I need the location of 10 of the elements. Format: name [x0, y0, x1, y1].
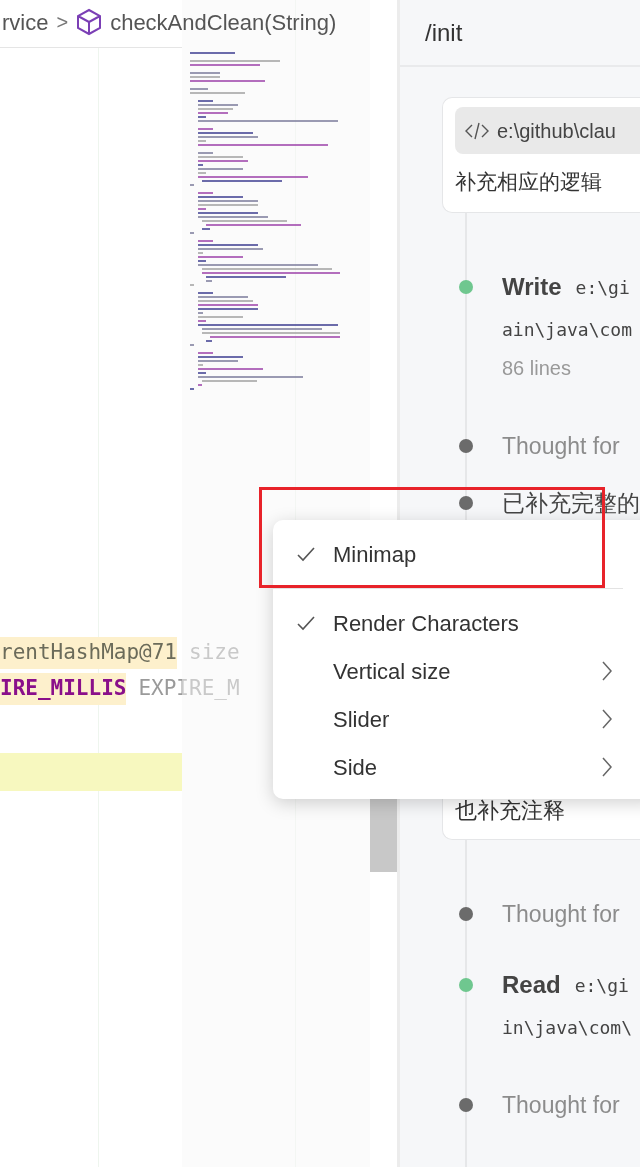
- panel-title: /init: [425, 17, 463, 48]
- breadcrumb-separator: >: [56, 10, 69, 35]
- tool-name: Write: [502, 272, 562, 302]
- inlay-hint: EXPIRE_M: [138, 675, 240, 703]
- tool-name: Read: [502, 970, 561, 1000]
- code-text: IRE_MILLIS: [0, 673, 127, 705]
- code-text: rentHashMap@71: [0, 637, 177, 669]
- card-text: 也补充注释: [455, 797, 565, 825]
- line-count: 86 lines: [502, 356, 571, 381]
- prompt-text: 补充相应的逻辑: [455, 169, 602, 195]
